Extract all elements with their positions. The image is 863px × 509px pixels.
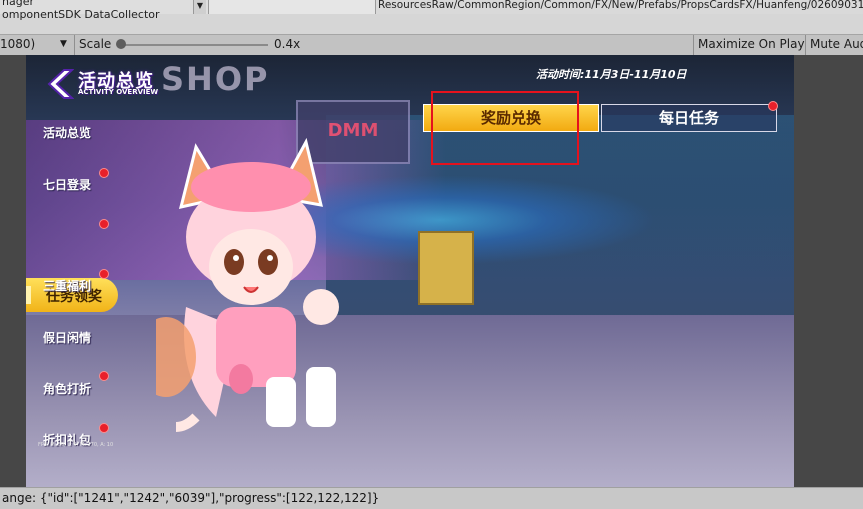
divider — [693, 35, 694, 55]
sidebar-item-character-discount[interactable]: 角色打折 — [43, 380, 91, 397]
asset-path-text: ResourcesRaw/CommonRegion/Common/FX/New/… — [378, 0, 863, 11]
game-view[interactable]: SHOP DMM 活动总览 ACTIVITY OVERVIEW 活动时间:11月… — [26, 55, 794, 487]
game-view-toolbar: 1080) ▼ Scale 0.4x Maximize On Play Mute… — [0, 34, 863, 56]
maximize-on-play-toggle[interactable]: Maximize On Play — [698, 37, 805, 51]
console-last-message: ange: {"id":["1241","1242","6039"],"prog… — [2, 491, 380, 505]
sidebar-item-overview[interactable]: 活动总览 — [43, 124, 91, 141]
editor-sub-strip: omponentSDK DataCollector — [0, 8, 863, 34]
notification-dot — [99, 269, 109, 279]
notification-dot — [99, 371, 109, 381]
character-illustration — [156, 137, 339, 432]
page-subtitle: ACTIVITY OVERVIEW — [78, 88, 159, 96]
sidebar-item-triple-welfare[interactable]: 三重福利 — [43, 277, 91, 294]
tab-daily-tasks[interactable]: 每日任务 — [601, 104, 777, 132]
notification-dot — [99, 423, 109, 433]
hierarchy-label: nager — [2, 0, 34, 8]
console-status-bar[interactable]: ange: {"id":["1241","1242","6039"],"prog… — [0, 487, 863, 509]
chevron-down-icon[interactable]: ▼ — [60, 39, 67, 49]
divider — [805, 35, 806, 55]
game-view-right-margin — [794, 55, 863, 487]
asset-path-bar: ResourcesRaw/CommonRegion/Common/FX/New/… — [375, 0, 863, 14]
shop-sign: SHOP — [161, 60, 270, 98]
sidebar-item-holiday-leisure[interactable]: 假日闲情 — [43, 329, 91, 346]
back-arrow-icon[interactable] — [42, 69, 74, 99]
scale-slider-thumb[interactable] — [116, 39, 126, 49]
resolution-dropdown[interactable]: 1080) — [0, 37, 35, 51]
highlight-box — [431, 91, 579, 165]
background-crate — [418, 231, 474, 305]
sidebar-item-seven-day-login[interactable]: 七日登录 — [43, 176, 91, 193]
scale-label: Scale — [79, 37, 112, 51]
mute-audio-toggle[interactable]: Mute Aud — [810, 37, 863, 51]
scale-value: 0.4x — [274, 37, 301, 51]
notification-dot — [99, 168, 109, 178]
divider — [74, 35, 75, 55]
game-view-left-margin — [0, 55, 26, 487]
fps-counter: FPS: M: 59, L: 9, M: 170, A: 10 — [38, 442, 114, 448]
top-mid-panel — [209, 0, 375, 14]
floor — [26, 315, 794, 487]
notification-dot — [99, 219, 109, 229]
activity-time: 活动时间:11月3日-11月10日 — [536, 68, 687, 81]
component-label: omponentSDK DataCollector — [2, 8, 160, 21]
chevron-down-icon[interactable]: ▼ — [193, 0, 206, 14]
active-indicator — [26, 286, 31, 304]
scale-slider-track[interactable] — [120, 44, 268, 46]
notification-dot — [768, 101, 778, 111]
